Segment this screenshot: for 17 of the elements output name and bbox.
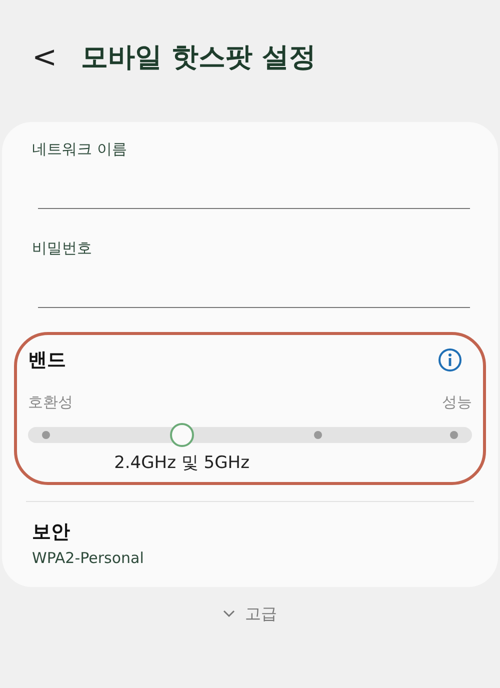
slider-stop[interactable] (450, 431, 458, 439)
info-icon[interactable] (438, 348, 462, 372)
page-title: 모바일 핫스팟 설정 (81, 42, 316, 74)
slider-thumb[interactable] (170, 423, 194, 447)
slider-stop[interactable] (314, 431, 322, 439)
security-value: WPA2-Personal (32, 548, 145, 568)
field-label: 네트워크 이름 (32, 139, 127, 160)
back-button[interactable]: < (28, 43, 62, 73)
slider-max-label: 성능 (442, 392, 472, 412)
slider-value: 2.4GHz 및 5GHz (114, 452, 250, 475)
chevron-icon (223, 610, 235, 618)
section-title: 보안 (32, 520, 71, 545)
advanced-toggle[interactable]: 고급 (217, 601, 283, 627)
field-label: 비밀번호 (32, 238, 92, 259)
slider-stop[interactable] (42, 431, 50, 439)
section-title: 밴드 (28, 348, 66, 373)
slider-min-label: 호환성 (28, 392, 73, 412)
